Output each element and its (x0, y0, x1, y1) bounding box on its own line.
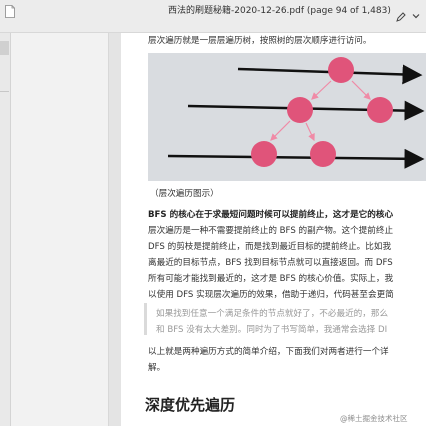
bfs-illustration (148, 53, 426, 181)
paragraph-line: 所有可能才能找到最近的，这才是 BFS 的核心价值。实际上，我 (148, 274, 394, 284)
paragraph-line: 层次遍历是一种不需要提前终止的 BFS 的副产物。这个提前终止 (148, 226, 394, 236)
paragraph-line: 解。 (148, 363, 166, 373)
paragraph-line: 以上就是两种遍历方式的简单介绍，下面我们对两者进行一个详 (148, 347, 389, 357)
tree-node (367, 97, 393, 123)
sidebar-thumbnail[interactable] (0, 41, 9, 55)
section-heading: 深度优先遍历 (145, 396, 236, 414)
pdf-page: 层次遍历就是一层层遍历树，按照树的层次顺序进行访问。 （层次遍历图示） BFS … (121, 33, 426, 426)
sidebar-divider (0, 91, 9, 92)
tree-node (328, 57, 354, 83)
document-icon (5, 5, 15, 18)
tree-node (287, 97, 313, 123)
paragraph-line: BFS 的核心在于求最短问题时候可以提前终止，这才是它的核心 (148, 210, 394, 220)
vertical-scrollbar[interactable] (108, 33, 122, 426)
figure-caption: （层次遍历图示） (150, 189, 219, 199)
blockquote-bar (144, 303, 147, 335)
blockquote-line: 和 BFS 没有太大差别。同时为了书写简单，我通常会选择 DI (156, 325, 388, 335)
intro-text: 层次遍历就是一层层遍历树，按照树的层次顺序进行访问。 (148, 36, 372, 46)
tree-node (310, 141, 336, 167)
sidebar-strip (0, 33, 11, 426)
paragraph-line: DFS 的剪枝是提前终止，而是找到最近目标的提前终止。比如我 (148, 242, 392, 252)
chevron-down-icon[interactable] (412, 12, 420, 20)
window-titlebar: 西法的刷题秘籍-2020-12-26.pdf (page 94 of 1,483… (0, 0, 426, 33)
window-title: 西法的刷题秘籍-2020-12-26.pdf (page 94 of 1,483… (168, 6, 391, 16)
tree-node (251, 141, 277, 167)
paragraph-line: 以使用 DFS 实现层次遍历的效果，借助于递归，代码甚至会更简 (148, 290, 394, 300)
paragraph-line: 离最近的目标节点，BFS 找到目标节点就可以直接返回。而 DFS (148, 258, 393, 268)
blockquote-line: 如果找到任意一个满足条件的节点就好了，不必最近的，那么 (156, 309, 389, 319)
pen-icon[interactable] (396, 12, 406, 22)
watermark: @稀土掘金技术社区 (340, 414, 408, 423)
